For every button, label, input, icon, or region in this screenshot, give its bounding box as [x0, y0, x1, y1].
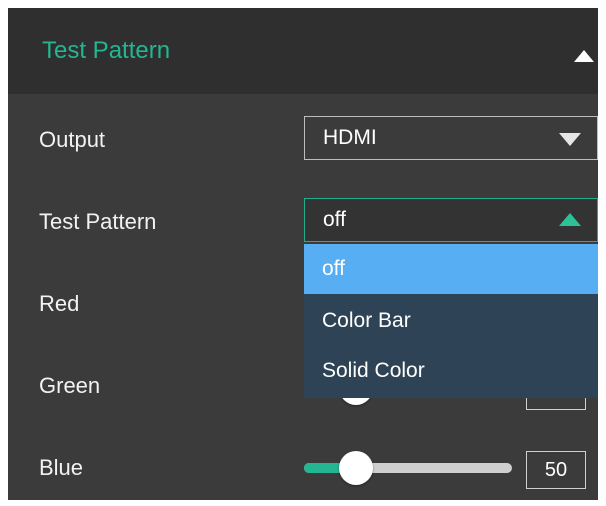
panel-title: Test Pattern: [42, 37, 171, 64]
dropdown-option-color-bar[interactable]: Color Bar: [304, 296, 598, 346]
blue-value-field[interactable]: 50: [526, 451, 586, 489]
test-pattern-label: Test Pattern: [39, 209, 157, 234]
test-pattern-select-value: off: [323, 208, 346, 231]
blue-label: Blue: [39, 455, 84, 480]
green-label: Green: [39, 373, 101, 398]
test-pattern-panel: Test Pattern Output HDMI Test Pattern of…: [8, 8, 598, 500]
output-label: Output: [39, 127, 106, 152]
output-select-value: HDMI: [323, 126, 377, 149]
dropdown-option-label: Solid Color: [322, 359, 425, 382]
red-label: Red: [39, 291, 80, 316]
chevron-up-icon: [559, 213, 581, 226]
dropdown-option-solid-color[interactable]: Solid Color: [304, 346, 598, 396]
dropdown-option-label: off: [322, 257, 345, 280]
dropdown-option-off[interactable]: off: [304, 244, 598, 294]
dropdown-option-label: Color Bar: [322, 309, 411, 332]
output-select[interactable]: HDMI: [304, 116, 598, 160]
triangle-up-icon[interactable]: [574, 50, 594, 62]
blue-slider-thumb[interactable]: [339, 451, 373, 485]
panel-header[interactable]: Test Pattern: [8, 8, 598, 94]
chevron-down-icon: [559, 133, 581, 146]
test-pattern-dropdown: off Color Bar Solid Color: [304, 244, 598, 398]
blue-slider[interactable]: [304, 451, 512, 485]
test-pattern-select[interactable]: off: [304, 198, 598, 242]
